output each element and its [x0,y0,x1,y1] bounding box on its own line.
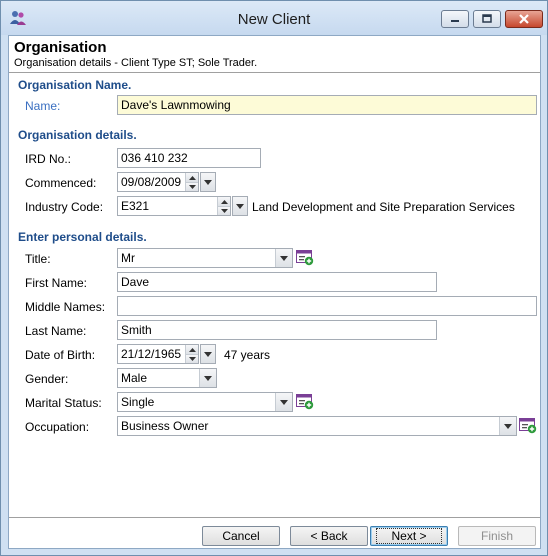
dob-dropdown-button[interactable] [200,344,216,364]
new-client-window: New Client Organisation Organisation det… [0,0,548,556]
occupation-value: Business Owner [121,419,209,433]
cancel-button[interactable]: Cancel [202,526,280,546]
commenced-dropdown-button[interactable] [200,172,216,192]
commenced-spinner[interactable] [185,173,198,191]
title-bar: New Client [1,1,547,35]
industry-code-dropdown-button[interactable] [232,196,248,216]
last-name-label: Last Name: [25,324,87,338]
industry-code-label: Industry Code: [25,200,104,214]
chevron-down-icon [236,203,244,209]
chevron-down-icon [280,399,288,405]
gender-value: Male [121,371,148,385]
marital-status-select[interactable]: Single [117,392,293,412]
add-list-item-icon[interactable] [296,394,314,410]
dob-label: Date of Birth: [25,348,96,362]
industry-code-field[interactable]: E321 [117,196,248,216]
close-button[interactable] [505,10,543,28]
maximize-icon [482,14,492,23]
spin-down-icon [188,185,196,189]
org-name-heading: Organisation Name. [18,78,132,92]
first-name-label: First Name: [25,276,88,290]
marital-status-label: Marital Status: [25,396,102,410]
minimize-icon [451,20,459,22]
commenced-date-picker[interactable]: 09/08/2009 [117,172,216,192]
dob-date-picker[interactable]: 21/12/1965 [117,344,216,364]
title-dropdown-button[interactable] [275,249,292,267]
org-details-heading: Organisation details. [18,128,137,142]
dob-value: 21/12/1965 [121,347,182,361]
gender-dropdown-button[interactable] [199,369,216,387]
close-icon [519,14,529,24]
occupation-label: Occupation: [25,420,90,434]
ird-field[interactable]: 036 410 232 [117,148,261,168]
chevron-down-icon [204,351,212,357]
spin-up-icon [188,175,196,180]
footer-divider [9,517,540,518]
commenced-label: Commenced: [25,176,97,190]
name-field[interactable]: Dave's Lawnmowing [117,95,537,115]
back-button[interactable]: < Back [290,526,368,546]
next-button[interactable]: Next > [370,526,448,546]
first-name-field[interactable]: Dave [117,272,437,292]
ird-label: IRD No.: [25,152,72,166]
dialog-body: Organisation Organisation details - Clie… [8,35,541,549]
add-list-item-icon[interactable] [296,250,314,266]
next-button-label: Next > [376,528,442,544]
finish-button: Finish [458,526,536,546]
chevron-down-icon [204,375,212,381]
spin-down-icon [220,209,228,213]
add-list-item-icon[interactable] [519,418,537,434]
page-title: Organisation [14,39,107,56]
marital-status-value: Single [121,395,155,409]
commenced-value: 09/08/2009 [121,175,182,189]
chevron-down-icon [280,255,288,261]
spin-up-icon [220,199,228,204]
industry-code-spinner[interactable] [217,197,230,215]
minimize-button[interactable] [441,10,469,28]
industry-description: Land Development and Site Preparation Se… [252,200,515,214]
title-label: Title: [25,252,51,266]
title-select[interactable]: Mr [117,248,293,268]
header-divider [9,72,540,73]
spin-up-icon [188,347,196,352]
middle-names-label: Middle Names: [25,300,106,314]
middle-names-field[interactable] [117,296,537,316]
dob-spinner[interactable] [185,345,198,363]
occupation-dropdown-button[interactable] [499,417,516,435]
name-label: Name: [25,99,61,113]
chevron-down-icon [204,179,212,185]
age-text: 47 years [224,348,271,362]
personal-details-heading: Enter personal details. [18,230,147,244]
marital-status-dropdown-button[interactable] [275,393,292,411]
industry-code-value: E321 [121,199,150,213]
last-name-field[interactable]: Smith [117,320,437,340]
page-subtitle: Organisation details - Client Type ST; S… [14,57,258,69]
chevron-down-icon [504,423,512,429]
occupation-select[interactable]: Business Owner [117,416,517,436]
spin-down-icon [188,357,196,361]
gender-label: Gender: [25,372,69,386]
gender-select[interactable]: Male [117,368,217,388]
maximize-button[interactable] [473,10,501,28]
title-value: Mr [121,251,135,265]
